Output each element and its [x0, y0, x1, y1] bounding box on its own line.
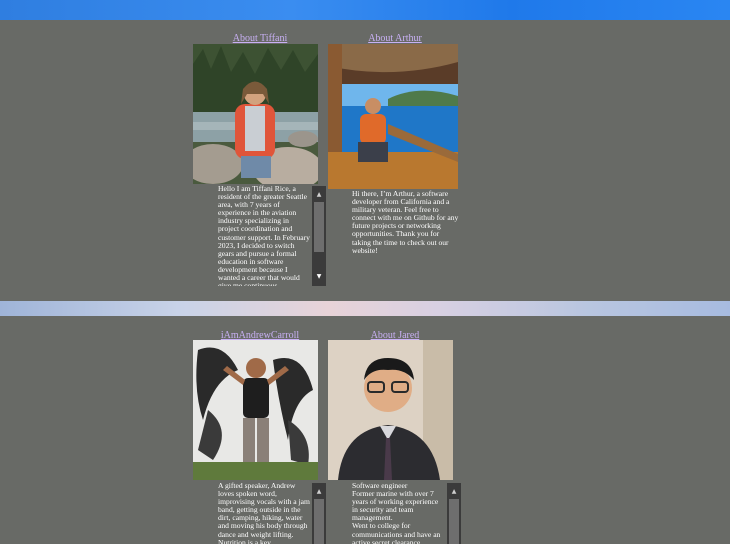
arthur-photo — [328, 44, 458, 189]
scroll-up-arrow-icon[interactable]: ▲ — [312, 485, 326, 497]
arthur-bio: Hi there, I’m Arthur, a software develop… — [352, 190, 459, 255]
about-arthur-link[interactable]: About Arthur — [328, 33, 462, 44]
section-divider-banner — [0, 301, 730, 316]
about-tiffani-link[interactable]: About Tiffani — [193, 33, 327, 44]
andrew-bio-scrollbar[interactable]: ▲ — [312, 483, 326, 544]
tiffani-bio-scrollbar[interactable]: ▲ ▼ — [312, 186, 326, 286]
scroll-thumb[interactable] — [314, 499, 324, 544]
jared-bio-scrollbar[interactable]: ▲ — [447, 483, 461, 544]
andrew-photo — [193, 340, 318, 480]
scroll-down-arrow-icon[interactable]: ▼ — [312, 270, 326, 282]
scroll-thumb[interactable] — [314, 202, 324, 252]
andrew-bio: A gifted speaker, Andrew loves spoken wo… — [218, 482, 310, 544]
jared-bio: Software engineer Former marine with ove… — [352, 482, 441, 544]
scroll-up-arrow-icon[interactable]: ▲ — [447, 485, 461, 497]
header-banner — [0, 0, 730, 20]
scroll-thumb[interactable] — [449, 499, 459, 544]
tiffani-bio: Hello I am Tiffani Rice, a resident of t… — [218, 185, 310, 286]
tiffani-photo — [193, 44, 318, 184]
scroll-up-arrow-icon[interactable]: ▲ — [312, 188, 326, 200]
jared-photo — [328, 340, 453, 480]
